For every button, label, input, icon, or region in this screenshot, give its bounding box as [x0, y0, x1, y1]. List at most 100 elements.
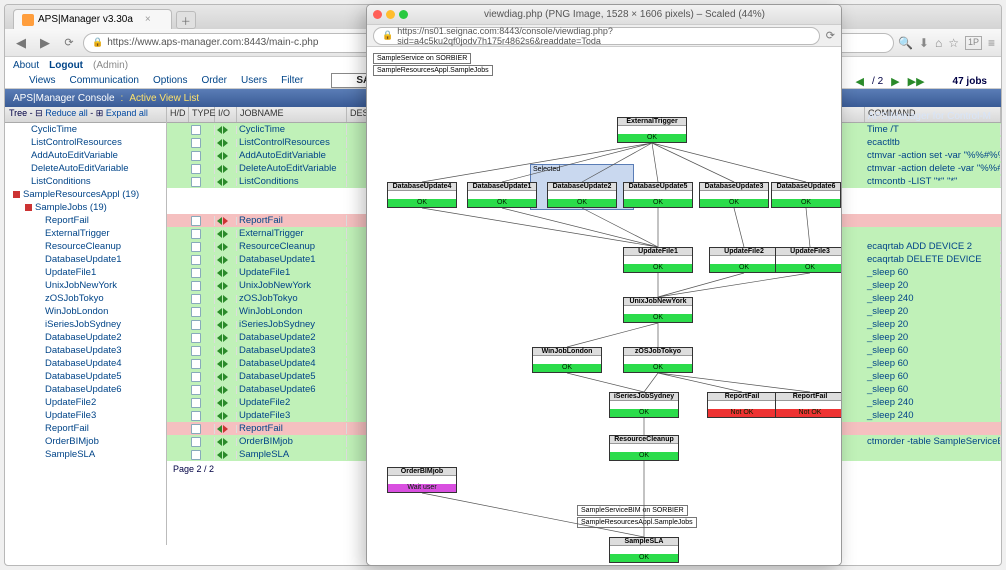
tree-item[interactable]: UpdateFile1 [5, 266, 166, 279]
menu-filter[interactable]: Filter [281, 75, 303, 86]
next-page-icon[interactable]: ▶ [891, 75, 899, 88]
expand-icon[interactable]: ⊞ [96, 108, 104, 118]
popup-reload-icon[interactable]: ⟳ [826, 29, 835, 42]
fast-forward-icon[interactable]: ▶▶ [908, 75, 925, 88]
tree-item[interactable]: WinJobLondon [5, 305, 166, 318]
diagram-node[interactable]: UpdateFile1OK [623, 247, 693, 273]
search-icon[interactable]: 🔍 [898, 36, 913, 50]
close-window-icon[interactable] [373, 10, 382, 19]
download-icon[interactable]: ⬇ [919, 36, 929, 50]
diagram-node[interactable]: UpdateFile3OK [775, 247, 841, 273]
tree-item[interactable]: UpdateFile2 [5, 396, 166, 409]
tree-item[interactable]: AddAutoEditVariable [5, 149, 166, 162]
tree-group[interactable]: SampleJobs (19) [5, 201, 166, 214]
diagram-node[interactable]: ExternalTriggerOK [617, 117, 687, 143]
popup-url-field[interactable]: 🔒 https://ns01.seignac.com:8443/console/… [373, 27, 820, 45]
out-arrow-icon [223, 438, 228, 446]
tree-item[interactable]: SampleSLA [5, 448, 166, 461]
col-hd[interactable]: H/D [167, 107, 189, 122]
diagram-node[interactable]: iSeriesJobSydneyOK [609, 392, 679, 418]
diagram-node[interactable]: ReportFailNot OK [775, 392, 841, 418]
diagram-node[interactable]: UnixJobNewYorkOK [623, 297, 693, 323]
logout-link[interactable]: Logout [49, 60, 83, 71]
prev-page-icon[interactable]: ◀ [856, 75, 864, 88]
page-icon [191, 164, 201, 174]
tree-item[interactable]: UpdateFile3 [5, 409, 166, 422]
tree-item[interactable]: ResourceCleanup [5, 240, 166, 253]
reduce-all-link[interactable]: Reduce all [45, 108, 88, 118]
menu-users[interactable]: Users [241, 75, 267, 86]
node-title: UpdateFile3 [776, 248, 841, 256]
tree-item[interactable]: DatabaseUpdate6 [5, 383, 166, 396]
menu-order[interactable]: Order [201, 75, 227, 86]
diagram-node[interactable]: DatabaseUpdate6OK [771, 182, 841, 208]
tree-item[interactable]: DatabaseUpdate2 [5, 331, 166, 344]
node-body [610, 401, 678, 409]
out-arrow-icon [223, 230, 228, 238]
tree-item[interactable]: ReportFail [5, 422, 166, 435]
diagram-node[interactable]: OrderBIMjobWait user [387, 467, 457, 493]
tree-item[interactable]: ExternalTrigger [5, 227, 166, 240]
col-type[interactable]: TYPE [189, 107, 215, 122]
in-arrow-icon [217, 282, 222, 290]
diagram-node[interactable]: ResourceCleanupOK [609, 435, 679, 461]
menu-communication[interactable]: Communication [70, 75, 139, 86]
col-jobname[interactable]: JOBNAME [237, 107, 347, 122]
about-link[interactable]: About [13, 60, 39, 71]
tree-item[interactable]: DatabaseUpdate4 [5, 357, 166, 370]
diagram-node[interactable]: DatabaseUpdate3OK [699, 182, 769, 208]
cell-command: ctmvar -action set -var "%%#%%#\BMC# [865, 150, 1001, 161]
close-tab-icon[interactable]: × [145, 14, 151, 25]
col-io[interactable]: I/O [215, 107, 237, 122]
page-icon [191, 372, 201, 382]
tree-item[interactable]: UnixJobNewYork [5, 279, 166, 292]
tree-item[interactable]: OrderBIMjob [5, 435, 166, 448]
tree-item[interactable]: iSeriesJobSydney [5, 318, 166, 331]
new-tab-button[interactable]: ＋ [176, 11, 196, 29]
menu-icon[interactable]: ≡ [988, 36, 995, 50]
diagram-node[interactable]: DatabaseUpdate5OK [623, 182, 693, 208]
diagram-node[interactable]: WinJobLondonOK [532, 347, 602, 373]
tree-item[interactable]: ReportFail [5, 214, 166, 227]
cell-command: _sleep 60 [865, 371, 1001, 382]
node-title: ReportFail [776, 393, 841, 401]
diagram-node[interactable]: UpdateFile2OK [709, 247, 779, 273]
browser-tab[interactable]: APS|Manager v3.30a × [13, 9, 172, 29]
diagram-node[interactable]: DatabaseUpdate4OK [387, 182, 457, 208]
node-status: OK [700, 199, 768, 207]
expand-all-link[interactable]: Expand all [106, 108, 148, 118]
in-arrow-icon [217, 178, 222, 186]
menu-options[interactable]: Options [153, 75, 187, 86]
tree-item[interactable]: DatabaseUpdate5 [5, 370, 166, 383]
tree-item[interactable]: DatabaseUpdate3 [5, 344, 166, 357]
tree-item[interactable]: DatabaseUpdate1 [5, 253, 166, 266]
zoom-window-icon[interactable] [399, 10, 408, 19]
node-status: OK [610, 409, 678, 417]
service-banner-4: SampleResourcesAppl.SampleJobs [577, 517, 697, 528]
onepass-icon[interactable]: 1P [965, 36, 982, 50]
diagram-node[interactable]: ReportFailNot OK [707, 392, 777, 418]
diagram-node[interactable]: DatabaseUpdate1OK [467, 182, 537, 208]
back-icon[interactable]: ◀ [11, 33, 31, 53]
menu-views[interactable]: Views [29, 75, 56, 86]
tree-item[interactable]: ListConditions [5, 175, 166, 188]
cell-command: ecactltb [865, 137, 1001, 148]
reload-icon[interactable]: ⟳ [59, 33, 79, 53]
minimize-window-icon[interactable] [386, 10, 395, 19]
tree-item[interactable]: zOSJobTokyo [5, 292, 166, 305]
node-title: UpdateFile1 [624, 248, 692, 256]
forward-icon[interactable]: ▶ [35, 33, 55, 53]
collapse-icon[interactable]: ⊟ [35, 108, 43, 118]
home-icon[interactable]: ⌂ [935, 36, 942, 50]
tree-item[interactable]: DeleteAutoEditVariable [5, 162, 166, 175]
cell-jobname: ReportFail [237, 215, 347, 226]
star-icon[interactable]: ☆ [948, 36, 959, 50]
diagram-node[interactable]: zOSJobTokyoOK [623, 347, 693, 373]
diagram-node[interactable]: DatabaseUpdate2OK [547, 182, 617, 208]
diagram-node[interactable]: SampleSLAOK [609, 537, 679, 563]
node-title: zOSJobTokyo [624, 348, 692, 356]
tree-item[interactable]: CyclicTime [5, 123, 166, 136]
tree-item[interactable]: ListControlResources [5, 136, 166, 149]
diagram-canvas[interactable]: SampleService on SORBIER SampleResources… [367, 47, 841, 563]
tree-group[interactable]: SampleResourcesAppl (19) [5, 188, 166, 201]
